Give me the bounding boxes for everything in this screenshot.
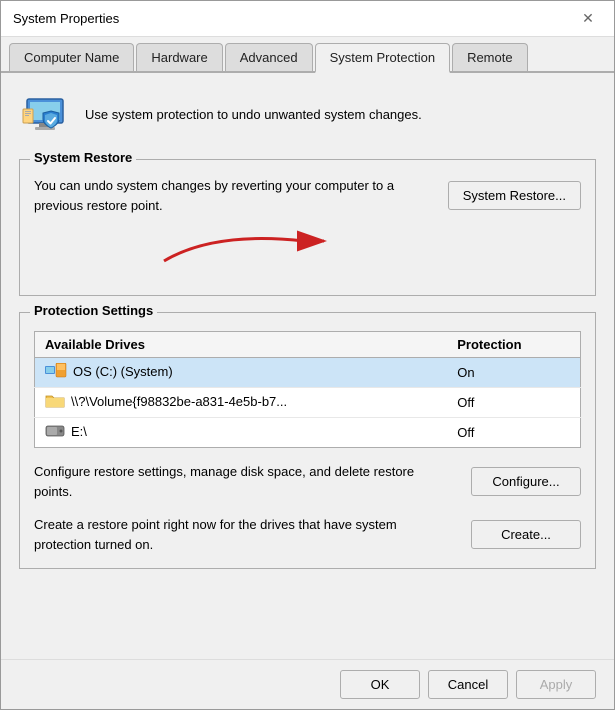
apply-button[interactable]: Apply <box>516 670 596 699</box>
system-protection-icon <box>19 89 71 141</box>
tab-content: Use system protection to undo unwanted s… <box>1 73 614 659</box>
window-title: System Properties <box>13 11 574 26</box>
tab-advanced[interactable]: Advanced <box>225 43 313 71</box>
drive-protection-os: On <box>447 358 580 388</box>
arrow-icon <box>154 221 354 271</box>
protection-settings-section: Protection Settings Available Drives Pro… <box>19 312 596 569</box>
table-row[interactable]: OS (C:) (System) On <box>35 358 581 388</box>
arrow-hint <box>34 219 581 273</box>
create-button[interactable]: Create... <box>471 520 581 549</box>
col-available-drives: Available Drives <box>35 332 448 358</box>
protection-settings-label: Protection Settings <box>30 303 157 318</box>
create-row: Create a restore point right now for the… <box>34 515 581 554</box>
restore-row: You can undo system changes by reverting… <box>34 176 581 215</box>
tab-hardware[interactable]: Hardware <box>136 43 222 71</box>
ok-button[interactable]: OK <box>340 670 420 699</box>
drive-icon <box>45 423 65 439</box>
table-row[interactable]: \\?\Volume{f98832be-a831-4e5b-b7... Off <box>35 388 581 418</box>
configure-button[interactable]: Configure... <box>471 467 581 496</box>
dialog-footer: OK Cancel Apply <box>1 659 614 709</box>
tab-system-protection[interactable]: System Protection <box>315 43 451 73</box>
restore-description: You can undo system changes by reverting… <box>34 176 432 215</box>
e-drive-label: E:\ <box>45 423 87 439</box>
drive-protection-volume: Off <box>447 388 580 418</box>
os-drive-label: OS (C:) (System) <box>45 363 173 379</box>
system-restore-section: System Restore You can undo system chang… <box>19 159 596 296</box>
tab-remote[interactable]: Remote <box>452 43 528 71</box>
header-section: Use system protection to undo unwanted s… <box>19 89 596 141</box>
close-button[interactable]: ✕ <box>574 5 602 33</box>
header-description: Use system protection to undo unwanted s… <box>85 105 422 125</box>
configure-description: Configure restore settings, manage disk … <box>34 462 455 501</box>
drives-table: Available Drives Protection <box>34 331 581 448</box>
volume-drive-label: \\?\Volume{f98832be-a831-4e5b-b7... <box>45 393 287 409</box>
tab-computer-name[interactable]: Computer Name <box>9 43 134 71</box>
system-restore-button[interactable]: System Restore... <box>448 181 581 210</box>
protection-content: Available Drives Protection <box>34 331 581 554</box>
title-bar: System Properties ✕ <box>1 1 614 37</box>
configure-row: Configure restore settings, manage disk … <box>34 462 581 501</box>
table-row[interactable]: E:\ Off <box>35 418 581 448</box>
col-protection: Protection <box>447 332 580 358</box>
create-description: Create a restore point right now for the… <box>34 515 455 554</box>
tabs-container: Computer Name Hardware Advanced System P… <box>1 37 614 73</box>
drive-name-volume: \\?\Volume{f98832be-a831-4e5b-b7... <box>35 388 448 418</box>
system-restore-label: System Restore <box>30 150 136 165</box>
folder-icon <box>45 393 65 409</box>
drive-protection-e: Off <box>447 418 580 448</box>
drive-name-e: E:\ <box>35 418 448 448</box>
system-properties-window: System Properties ✕ Computer Name Hardwa… <box>0 0 615 710</box>
drive-name-os: OS (C:) (System) <box>35 358 448 388</box>
shield-computer-icon <box>21 91 69 139</box>
cancel-button[interactable]: Cancel <box>428 670 508 699</box>
system-drive-icon <box>45 363 67 379</box>
